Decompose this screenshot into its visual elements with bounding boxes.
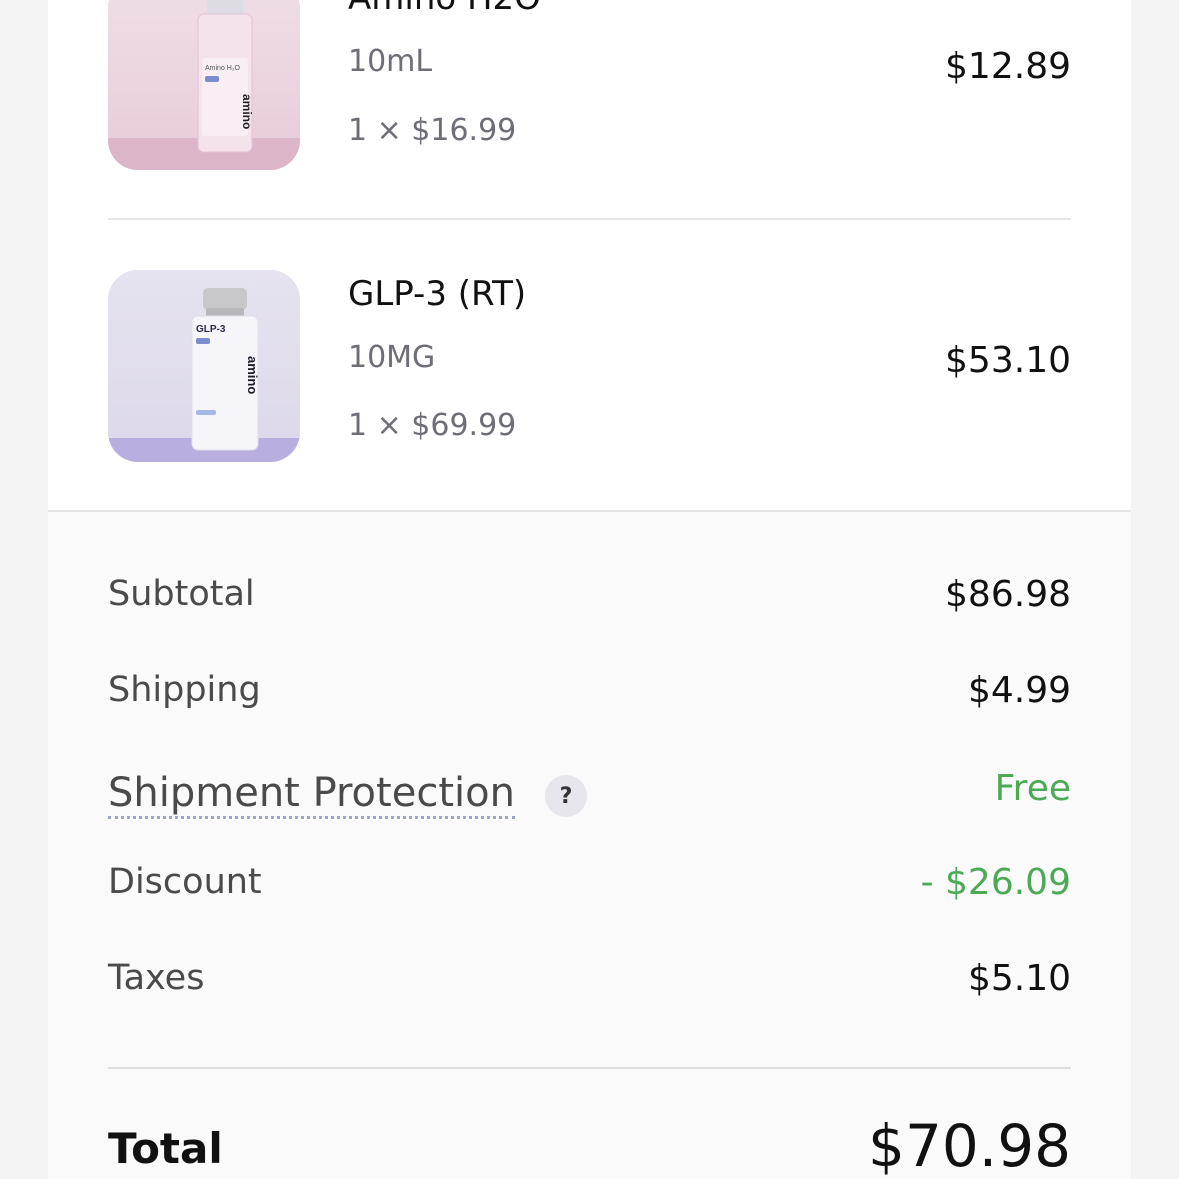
product-image: Amino H₂O amino	[108, 0, 300, 170]
subtotal-value: $86.98	[945, 574, 1071, 615]
total-value: $70.98	[868, 1112, 1071, 1179]
line-item: Amino H₂O amino Amino H2O 10mL 1 × $16.9…	[108, 0, 1071, 198]
item-variant: 10mL	[348, 44, 433, 79]
taxes-row: Taxes $5.10	[108, 958, 1071, 1018]
shipping-row: Shipping $4.99	[108, 670, 1071, 730]
discount-label: Discount	[108, 862, 262, 902]
item-name: Amino H2O	[348, 0, 541, 18]
item-line-total: $12.89	[945, 46, 1071, 87]
order-summary-page: Amino H₂O amino Amino H2O 10mL 1 × $16.9…	[0, 0, 1179, 1179]
shipment-protection-label[interactable]: Shipment Protection	[108, 770, 515, 819]
order-summary-card: Amino H₂O amino Amino H2O 10mL 1 × $16.9…	[48, 0, 1131, 1179]
product-image: GLP-3 amino	[108, 270, 300, 462]
shipping-value: $4.99	[967, 670, 1071, 711]
svg-text:Amino H₂O: Amino H₂O	[205, 65, 241, 72]
subtotal-row: Subtotal $86.98	[108, 574, 1071, 634]
taxes-label: Taxes	[108, 958, 205, 998]
shipment-protection-row: Shipment Protection ? Free	[108, 768, 1071, 830]
item-divider	[108, 218, 1071, 220]
taxes-value: $5.10	[967, 958, 1071, 999]
item-quantity-price: 1 × $16.99	[348, 113, 517, 148]
vial-image: Amino H₂O amino	[108, 0, 300, 170]
cost-summary: Subtotal $86.98 Shipping $4.99 Shipment …	[48, 510, 1131, 1179]
svg-text:amino: amino	[245, 356, 260, 394]
item-variant: 10MG	[348, 340, 436, 375]
total-divider	[108, 1067, 1071, 1069]
line-item: GLP-3 amino GLP-3 (RT) 10MG 1 × $69.99 $…	[108, 270, 1071, 462]
shipment-protection-value: Free	[994, 768, 1071, 809]
subtotal-label: Subtotal	[108, 574, 255, 614]
svg-text:amino: amino	[240, 94, 254, 129]
item-name: GLP-3 (RT)	[348, 274, 527, 314]
help-icon[interactable]: ?	[545, 775, 587, 817]
shipping-label: Shipping	[108, 670, 261, 710]
line-items-list: Amino H₂O amino Amino H2O 10mL 1 × $16.9…	[48, 0, 1131, 510]
item-line-total: $53.10	[945, 340, 1071, 381]
total-label: Total	[108, 1124, 223, 1173]
vial-image: GLP-3 amino	[108, 270, 300, 462]
item-quantity-price: 1 × $69.99	[348, 408, 517, 443]
discount-value: - $26.09	[920, 862, 1071, 903]
discount-row: Discount - $26.09	[108, 862, 1071, 922]
svg-text:GLP-3: GLP-3	[196, 324, 226, 335]
